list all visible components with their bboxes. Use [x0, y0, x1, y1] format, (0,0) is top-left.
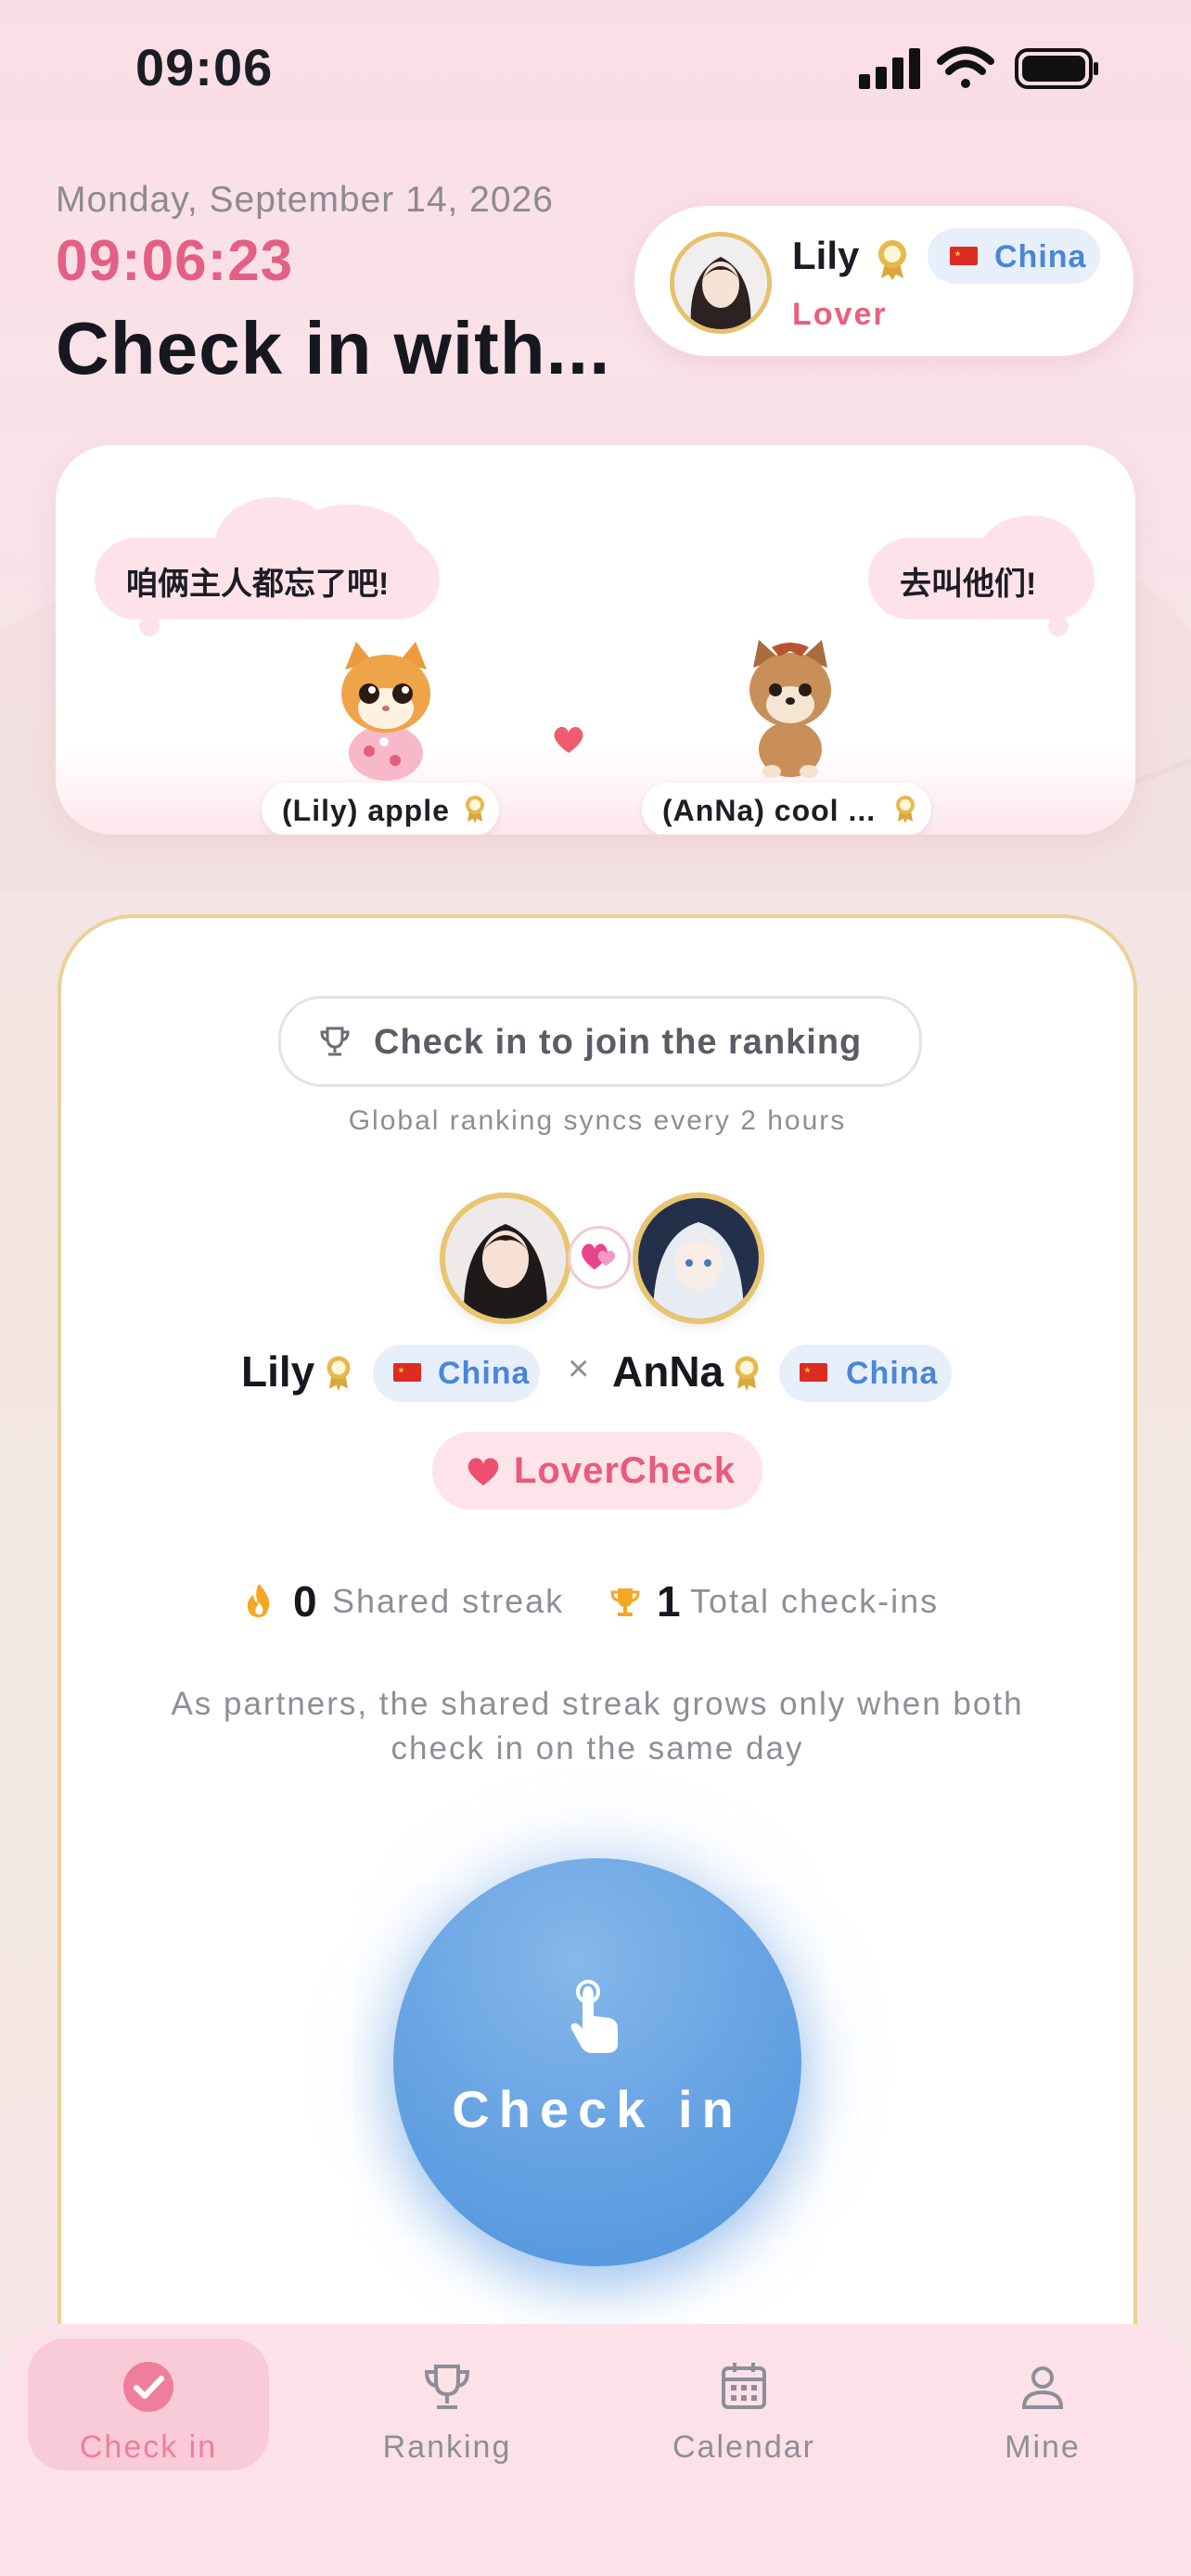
- medal-icon: [327, 1356, 351, 1391]
- trophy-icon: [320, 1027, 350, 1056]
- china-flag-icon: [800, 1363, 827, 1382]
- streak-value: 0: [293, 1577, 317, 1626]
- china-flag-icon: [393, 1363, 421, 1382]
- tab-label: Calendar: [672, 2429, 815, 2465]
- status-icons: [859, 46, 1098, 89]
- heart-icon: [467, 1458, 499, 1486]
- hearts-icon: [568, 1226, 631, 1289]
- medal-icon: [735, 1356, 759, 1391]
- trophy-icon: [424, 2365, 470, 2409]
- battery-icon: [1015, 48, 1098, 89]
- separator: ×: [568, 1348, 590, 1389]
- streak-note: As partners, the shared streak grows onl…: [171, 1686, 1024, 1766]
- heart-icon: [554, 727, 583, 753]
- dog-pet-icon[interactable]: [735, 640, 846, 779]
- profile-card[interactable]: Lily China Lover: [634, 206, 1133, 356]
- flame-icon: [247, 1584, 270, 1617]
- stats-row: 0 Shared streak 1 Total check-ins: [61, 1576, 1133, 1632]
- pet-name-right: (AnNa) cool ...: [662, 794, 877, 827]
- medal-icon: [878, 240, 906, 280]
- page-title: Check in with...: [56, 307, 611, 389]
- country-badge: China: [928, 228, 1100, 284]
- total-value: 1: [657, 1577, 681, 1626]
- pet-name-left: (Lily) apple: [282, 794, 450, 827]
- partner-name-1: Lily: [241, 1347, 315, 1396]
- tab-bar: Check in Ranking Calendar Mine: [0, 2324, 1191, 2576]
- medal-icon: [896, 796, 915, 823]
- tab-label: Check in: [79, 2429, 218, 2465]
- streak-label: Shared streak: [332, 1582, 565, 1620]
- pet-label-left[interactable]: (Lily) apple: [262, 783, 499, 835]
- speech-bubble-left: 咱俩主人都忘了吧!: [95, 497, 440, 636]
- join-ranking-button[interactable]: Check in to join the ranking: [278, 996, 922, 1087]
- speech-bubble-right: 去叫他们!: [868, 516, 1095, 636]
- cat-pet-icon[interactable]: [330, 642, 442, 781]
- country-label: China: [994, 239, 1087, 274]
- date-text: Monday, September 14, 2026: [56, 180, 554, 220]
- speech-text-right: 去叫他们!: [900, 567, 1037, 602]
- checkin-card: Check in to join the ranking Global rank…: [58, 914, 1137, 2402]
- tab-calendar[interactable]: Calendar: [623, 2339, 864, 2470]
- check-circle-icon: [123, 2362, 173, 2412]
- tap-hand-icon: [570, 1980, 618, 2053]
- sync-note: Global ranking syncs every 2 hours: [348, 1105, 847, 1136]
- join-ranking-label: Check in to join the ranking: [374, 1023, 863, 1062]
- total-label: Total check-ins: [690, 1582, 940, 1620]
- tab-checkin[interactable]: Check in: [28, 2339, 269, 2470]
- tab-mine[interactable]: Mine: [922, 2339, 1163, 2470]
- trophy-icon: [610, 1588, 640, 1616]
- status-bar: 09:06: [0, 0, 1191, 139]
- clock-text: 09:06:23: [56, 229, 294, 293]
- pets-card: 咱俩主人都忘了吧! 去叫他们! (Lily) apple (AnNa) cool…: [56, 445, 1135, 835]
- person-icon: [1021, 2366, 1064, 2409]
- avatar: [633, 1192, 764, 1324]
- medal-icon: [466, 796, 484, 823]
- partner-names: Lily China × AnNa China: [61, 1345, 1133, 1409]
- checkin-button[interactable]: Check in: [393, 1858, 801, 2266]
- country-label: China: [438, 1356, 531, 1391]
- wifi-icon: [937, 46, 994, 88]
- avatar: [670, 232, 772, 334]
- calendar-icon: [722, 2363, 766, 2409]
- avatar: [440, 1192, 571, 1324]
- tab-label: Mine: [1005, 2429, 1081, 2465]
- china-flag-icon: [950, 247, 978, 265]
- speech-text-left: 咱俩主人都忘了吧!: [126, 567, 390, 602]
- lovercheck-badge: LoverCheck: [432, 1432, 762, 1510]
- country-badge: China: [779, 1345, 952, 1402]
- lovercheck-label: LoverCheck: [514, 1450, 736, 1491]
- partner-name-2: AnNa: [612, 1347, 724, 1396]
- pet-label-right[interactable]: (AnNa) cool ...: [642, 783, 931, 835]
- profile-role: Lover: [792, 297, 888, 332]
- status-time: 09:06: [135, 38, 274, 96]
- signal-icon: [859, 48, 920, 89]
- country-label: China: [846, 1356, 939, 1391]
- checkin-label: Check in: [452, 2080, 743, 2138]
- tab-label: Ranking: [382, 2429, 512, 2465]
- country-badge: China: [373, 1345, 540, 1402]
- profile-name: Lily: [792, 234, 860, 277]
- tab-ranking[interactable]: Ranking: [327, 2339, 568, 2470]
